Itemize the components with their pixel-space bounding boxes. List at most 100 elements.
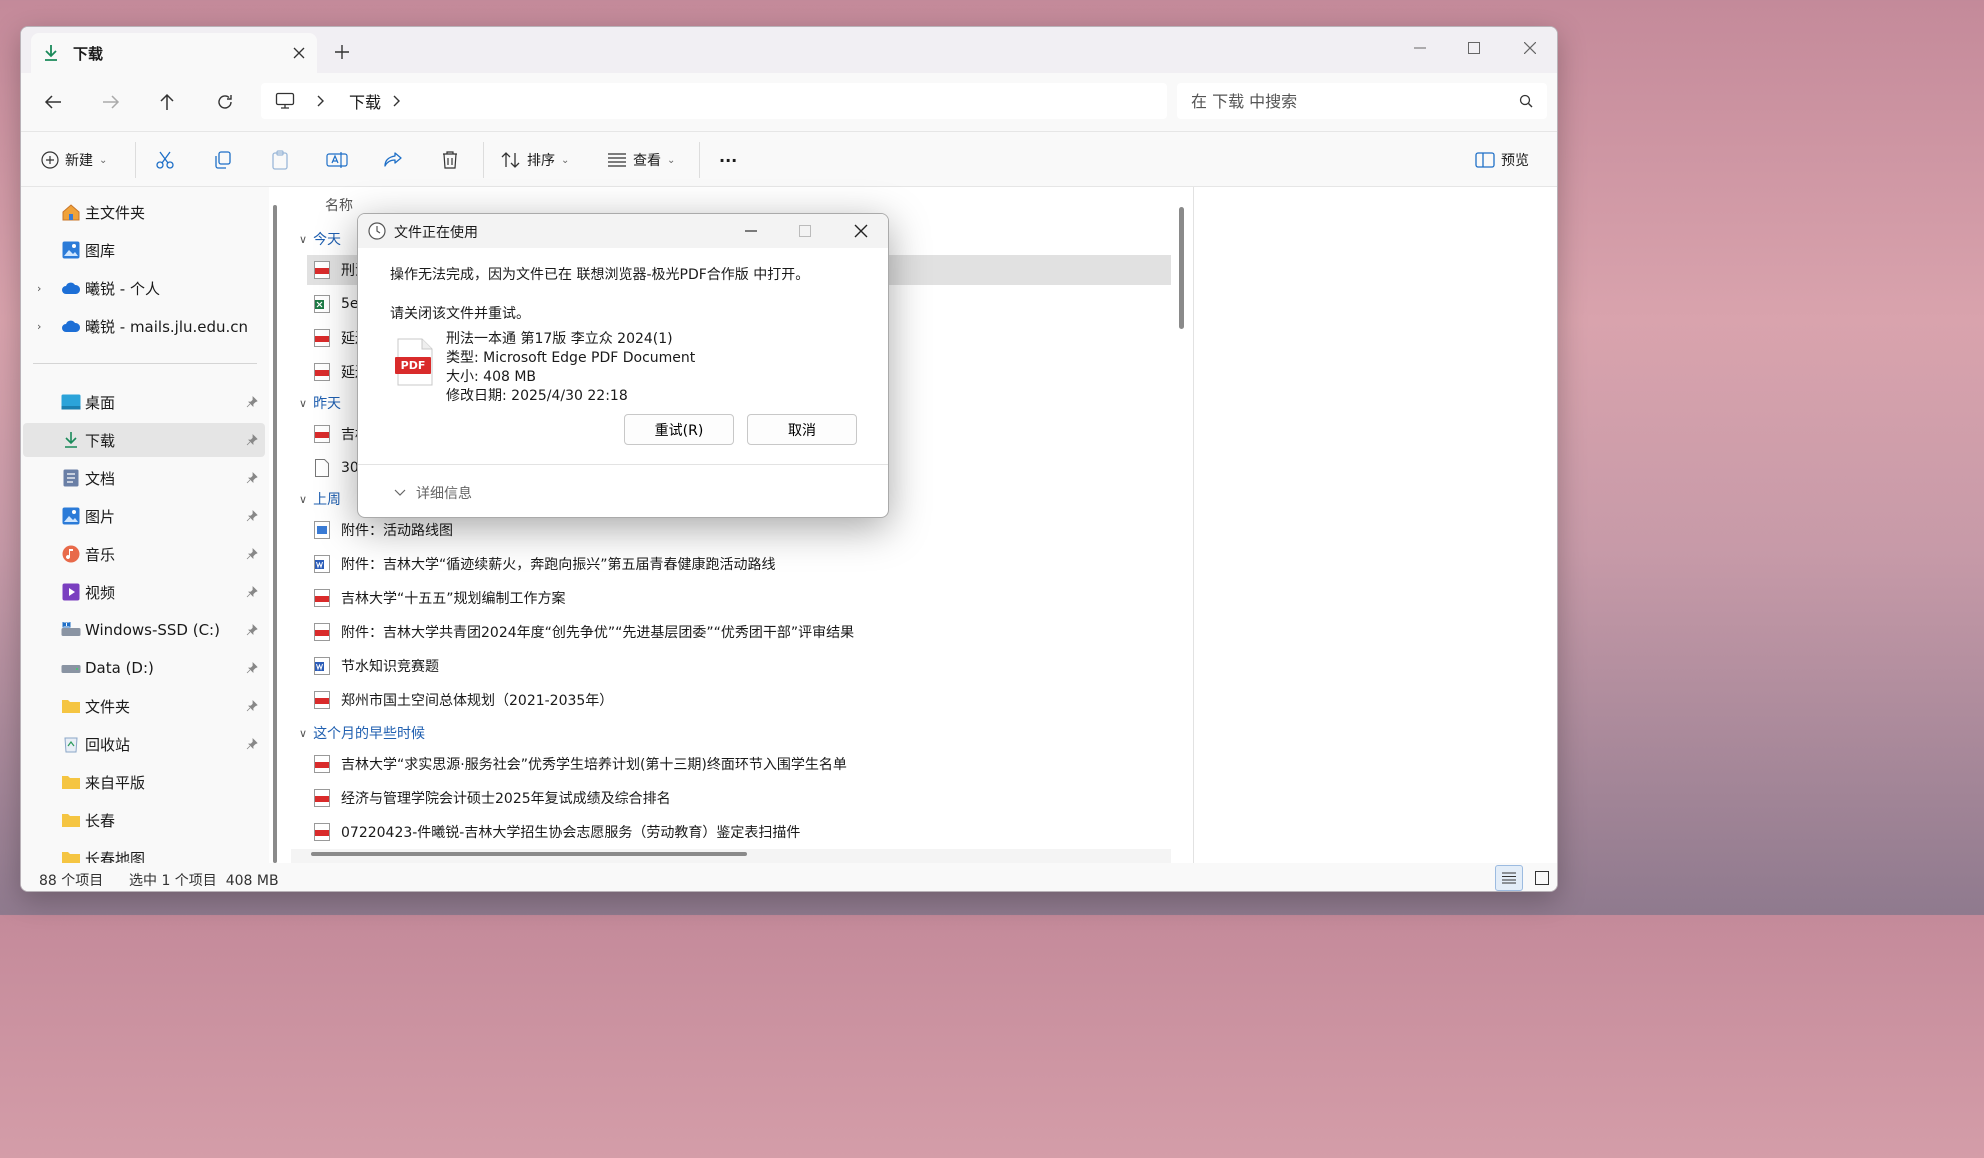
- file-row[interactable]: 吉林大学“十五五”规划编制工作方案: [307, 583, 1171, 613]
- pin-icon[interactable]: [245, 395, 259, 409]
- file-row[interactable]: 07220423-件曦锐-吉林大学招生协会志愿服务（劳动教育）鉴定表扫描件: [307, 817, 1171, 847]
- close-window-button[interactable]: [1507, 33, 1553, 63]
- pin-icon[interactable]: [245, 547, 259, 561]
- dialog-minimize-button[interactable]: [736, 216, 766, 246]
- navigation-bar: 下载: [21, 73, 1557, 131]
- details-view-button[interactable]: [1495, 865, 1523, 891]
- sidebar-item-folder[interactable]: 文件夹: [23, 689, 265, 723]
- sidebar-item-drive-d[interactable]: Data (D:): [23, 651, 265, 685]
- pin-icon[interactable]: [245, 471, 259, 485]
- pin-icon[interactable]: [245, 585, 259, 599]
- sidebar-item-onedrive-personal[interactable]: › 曦锐 - 个人: [23, 271, 265, 305]
- maximize-button[interactable]: [1451, 33, 1497, 63]
- command-bar: 新建 ⌄ 排序 ⌄ 查看 ⌄ ··· 预览: [21, 131, 1557, 187]
- up-button[interactable]: [153, 88, 181, 116]
- pdf-file-icon: [313, 622, 331, 642]
- delete-button[interactable]: [441, 144, 459, 176]
- pdf-file-icon: [313, 788, 331, 808]
- group-header-today[interactable]: ∨ 今天: [299, 229, 341, 249]
- file-row[interactable]: 附件：吉林大学“循迹续薪火，奔跑向振兴”第五届青春健康跑活动路线: [307, 549, 1171, 579]
- breadcrumb-downloads[interactable]: 下载: [349, 89, 381, 113]
- close-tab-icon[interactable]: [293, 47, 305, 59]
- search-icon[interactable]: [1519, 94, 1533, 108]
- more-options-button[interactable]: ···: [719, 144, 737, 176]
- pdf-file-icon: [313, 588, 331, 608]
- search-input[interactable]: [1191, 91, 1519, 111]
- pdf-file-icon: [313, 260, 331, 280]
- file-row[interactable]: 节水知识竞赛题: [307, 651, 1171, 681]
- sidebar-item-changchun[interactable]: 长春: [23, 803, 265, 837]
- sidebar-item-pictures[interactable]: 图片: [23, 499, 265, 533]
- rename-button[interactable]: [326, 144, 348, 176]
- sidebar-item-home[interactable]: 主文件夹: [23, 195, 265, 229]
- pin-icon[interactable]: [245, 509, 259, 523]
- minimize-button[interactable]: [1397, 33, 1443, 63]
- new-button[interactable]: 新建 ⌄: [41, 144, 107, 176]
- share-button[interactable]: [383, 144, 403, 176]
- horizontal-scrollbar[interactable]: [311, 852, 747, 856]
- preview-label: 预览: [1501, 153, 1529, 169]
- dialog-maximize-button[interactable]: [790, 216, 820, 246]
- sidebar-item-documents[interactable]: 文档: [23, 461, 265, 495]
- sidebar-item-music[interactable]: 音乐: [23, 537, 265, 571]
- pin-icon[interactable]: [245, 433, 259, 447]
- expand-chevron-icon[interactable]: ›: [37, 282, 41, 295]
- paste-button[interactable]: [270, 144, 290, 176]
- refresh-button[interactable]: [211, 88, 239, 116]
- dialog-close-button[interactable]: [846, 216, 876, 246]
- forward-button[interactable]: [97, 88, 125, 116]
- vertical-scrollbar[interactable]: [1179, 207, 1184, 329]
- cut-button[interactable]: [155, 144, 175, 176]
- pdf-file-icon: [313, 362, 331, 382]
- group-header-last-week[interactable]: ∨ 上周: [299, 489, 341, 509]
- dialog-divider: [358, 464, 888, 465]
- breadcrumb-chevron-icon[interactable]: [317, 95, 325, 107]
- column-header-name[interactable]: 名称: [325, 195, 353, 215]
- sidebar-item-changchun-map[interactable]: 长春地图: [23, 841, 265, 863]
- pin-icon[interactable]: [245, 737, 259, 751]
- pin-icon[interactable]: [245, 699, 259, 713]
- chevron-down-icon: ⌄: [667, 154, 676, 166]
- item-count: 88 个项目: [39, 873, 104, 889]
- sidebar-item-gallery[interactable]: 图库: [23, 233, 265, 267]
- toolbar-divider: [699, 142, 700, 178]
- file-row[interactable]: 附件：活动路线图: [307, 515, 1171, 545]
- sidebar-item-videos[interactable]: 视频: [23, 575, 265, 609]
- file-row[interactable]: 经济与管理学院会计硕士2025年复试成绩及综合排名: [307, 783, 1171, 813]
- copy-button[interactable]: [213, 144, 233, 176]
- drive-d-icon: [61, 658, 81, 678]
- address-bar[interactable]: 下载: [261, 83, 1167, 119]
- chevron-down-icon: ⌄: [99, 154, 108, 166]
- group-header-yesterday[interactable]: ∨ 昨天: [299, 393, 341, 413]
- breadcrumb-chevron-icon[interactable]: [393, 95, 401, 107]
- sort-button[interactable]: 排序 ⌄: [501, 144, 569, 176]
- expand-chevron-icon[interactable]: ›: [37, 320, 41, 333]
- word-file-icon: [313, 554, 331, 574]
- sidebar-item-drive-c[interactable]: Windows-SSD (C:): [23, 613, 265, 647]
- sidebar-item-from-tablet[interactable]: 来自平版: [23, 765, 265, 799]
- pin-icon[interactable]: [245, 661, 259, 675]
- file-row[interactable]: 吉林大学“求实思源·服务社会”优秀学生培养计划(第十三期)终面环节入围学生名单: [307, 749, 1171, 779]
- file-row[interactable]: 附件：吉林大学共青团2024年度“创先争优”“先进基层团委”“优秀团干部”评审结…: [307, 617, 1171, 647]
- tab-downloads[interactable]: 下载: [31, 33, 317, 73]
- group-header-earlier-this-month[interactable]: ∨ 这个月的早些时候: [299, 723, 425, 743]
- home-icon: [61, 202, 81, 222]
- file-row[interactable]: 郑州市国土空间总体规划（2021-2035年）: [307, 685, 1171, 715]
- view-button[interactable]: 查看 ⌄: [607, 144, 675, 176]
- more-details-toggle[interactable]: 详细信息: [394, 483, 472, 503]
- sidebar-item-downloads[interactable]: 下载: [23, 423, 265, 457]
- onedrive-cloud-icon: [61, 278, 81, 298]
- pin-icon[interactable]: [245, 623, 259, 637]
- new-tab-button[interactable]: [331, 41, 353, 63]
- sidebar-scrollbar[interactable]: [273, 205, 277, 863]
- retry-button[interactable]: 重试(R): [624, 414, 734, 445]
- preview-pane-button[interactable]: 预览: [1475, 144, 1529, 176]
- sidebar-item-onedrive-jlu[interactable]: › 曦锐 - mails.jlu.edu.cn: [23, 309, 265, 343]
- chevron-down-icon: [394, 489, 406, 497]
- back-button[interactable]: [39, 88, 67, 116]
- dialog-instruction: 请关闭该文件并重试。: [390, 306, 530, 322]
- sidebar-item-desktop[interactable]: 桌面: [23, 385, 265, 419]
- cancel-button[interactable]: 取消: [747, 414, 857, 445]
- sidebar-item-recycle-bin[interactable]: 回收站: [23, 727, 265, 761]
- tiles-view-button[interactable]: [1529, 865, 1555, 891]
